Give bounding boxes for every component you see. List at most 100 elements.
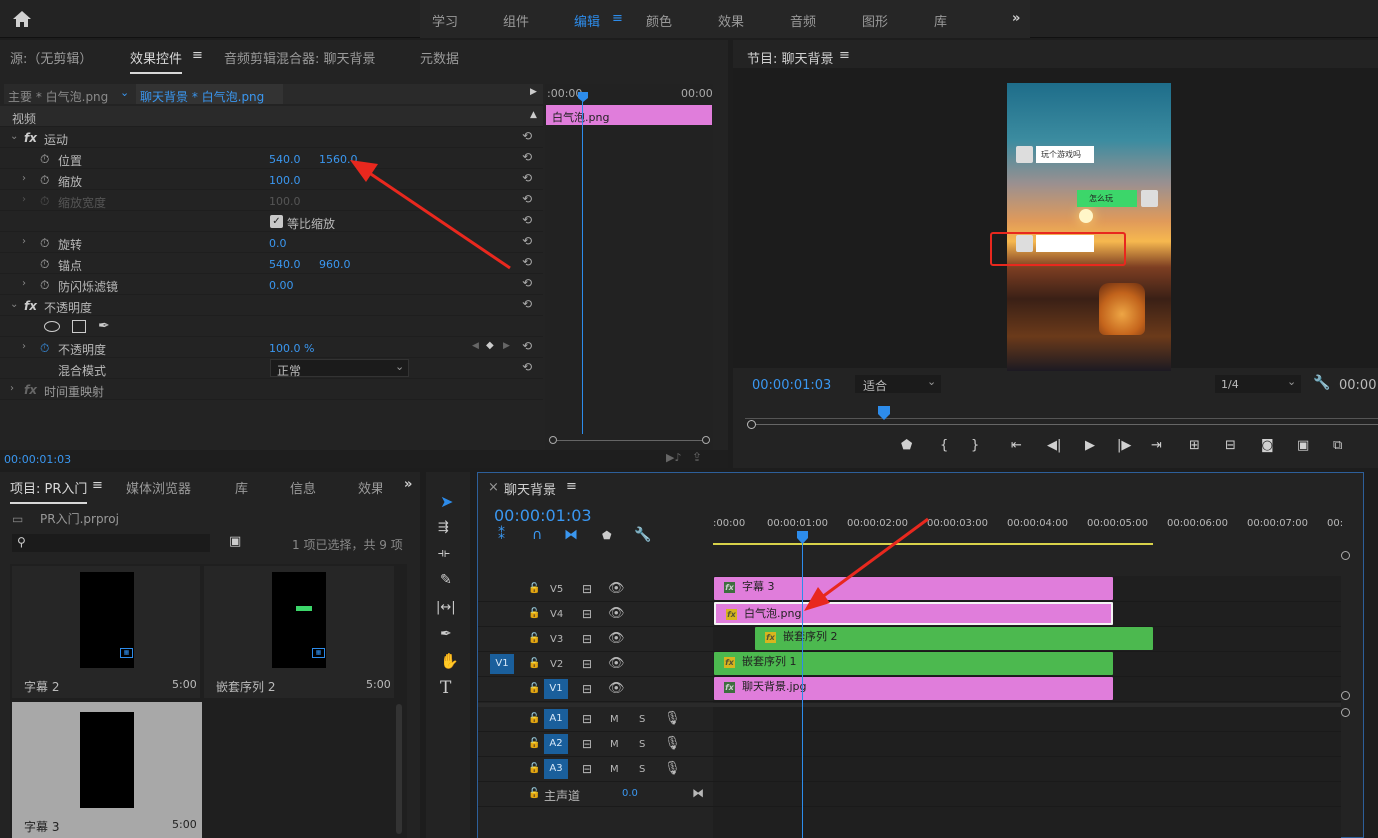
tab-libraries[interactable]: 库 bbox=[235, 478, 248, 497]
workspace-editing[interactable]: 编辑 bbox=[574, 11, 600, 30]
vertical-zoom-handle[interactable] bbox=[1341, 691, 1350, 700]
fit-select[interactable]: 适合 ⌄ bbox=[855, 375, 941, 393]
sequence-clip-label[interactable]: 聊天背景 * 白气泡.png bbox=[140, 88, 264, 105]
nest-toggle-icon[interactable]: ⁑ bbox=[498, 527, 505, 543]
solo-button[interactable]: S bbox=[639, 739, 645, 750]
linked-selection-icon[interactable]: ⧓ bbox=[564, 527, 578, 543]
eye-icon[interactable]: 👁 bbox=[608, 681, 625, 696]
eye-icon[interactable]: 👁 bbox=[608, 656, 625, 671]
tab-metadata[interactable]: 元数据 bbox=[420, 48, 459, 67]
panel-menu-icon[interactable]: ≡ bbox=[92, 478, 103, 493]
microphone-icon[interactable]: 🎙 bbox=[664, 711, 681, 726]
find-bin-icon[interactable]: ▣ bbox=[229, 534, 241, 549]
reset-icon[interactable]: ⟲ bbox=[522, 276, 532, 290]
mini-playhead-icon[interactable] bbox=[578, 92, 588, 102]
sync-lock-icon[interactable]: ⊟ bbox=[582, 657, 592, 671]
eye-icon[interactable]: 👁 bbox=[608, 606, 625, 621]
step-forward-icon[interactable]: |▶ bbox=[1117, 438, 1131, 453]
fx-icon[interactable]: fx bbox=[24, 131, 37, 145]
chevron-down-icon[interactable]: ⌄ bbox=[120, 86, 129, 99]
lock-icon[interactable]: 🔓 bbox=[528, 608, 540, 619]
sync-lock-icon[interactable]: ⊟ bbox=[582, 607, 592, 621]
master-clip-label[interactable]: 主要 * 白气泡.png bbox=[8, 88, 108, 105]
reset-icon[interactable]: ⟲ bbox=[522, 171, 532, 185]
wrench-icon[interactable]: 🔧 bbox=[1313, 375, 1330, 391]
program-ruler[interactable] bbox=[745, 406, 1378, 420]
expand-chevron-icon[interactable]: › bbox=[22, 173, 26, 184]
blend-mode-select[interactable]: 正常 ⌄ bbox=[270, 359, 409, 378]
timeline-timecode[interactable]: 00:00:01:03 bbox=[494, 506, 592, 525]
scale-value[interactable]: 100.0 bbox=[269, 174, 301, 187]
eye-icon[interactable]: 👁 bbox=[608, 581, 625, 596]
sync-lock-icon[interactable]: ⊟ bbox=[582, 582, 592, 596]
program-monitor-title[interactable]: 节目: 聊天背景 bbox=[747, 48, 834, 67]
tab-project[interactable]: 项目: PR入门 bbox=[10, 478, 88, 504]
play-triangle-icon[interactable]: ▶ bbox=[530, 87, 537, 97]
play-audio-icon[interactable]: ▶♪ bbox=[666, 451, 681, 464]
stopwatch-icon[interactable]: ⏱ bbox=[40, 152, 49, 167]
mini-timeline-clip[interactable]: 白气泡.png bbox=[546, 105, 712, 125]
mute-button[interactable]: M bbox=[610, 714, 619, 725]
selection-tool-icon[interactable]: ➤ bbox=[440, 492, 453, 511]
lock-icon[interactable]: 🔓 bbox=[528, 658, 540, 669]
play-icon[interactable]: ▶ bbox=[1085, 438, 1095, 453]
home-icon[interactable] bbox=[12, 10, 32, 28]
timeline-title[interactable]: 聊天背景 bbox=[504, 479, 556, 498]
antiflicker-value[interactable]: 0.00 bbox=[269, 279, 294, 292]
project-item[interactable]: ▦ 嵌套序列 2 5:00 bbox=[204, 566, 394, 698]
project-item[interactable]: ▦ 字幕 2 5:00 bbox=[12, 566, 200, 698]
lock-icon[interactable]: 🔓 bbox=[528, 683, 540, 694]
expand-chevron-icon[interactable]: ⌄ bbox=[10, 131, 18, 142]
eye-icon[interactable]: 👁 bbox=[608, 631, 625, 646]
toggle-proxies-icon[interactable]: ⧉ bbox=[1333, 438, 1342, 453]
track-label[interactable]: V4 bbox=[550, 609, 563, 620]
mini-zoom-bar[interactable] bbox=[545, 436, 713, 448]
mark-in-icon[interactable]: { bbox=[940, 438, 948, 453]
track-label[interactable]: V3 bbox=[550, 634, 563, 645]
close-icon[interactable]: × bbox=[488, 480, 499, 495]
track-label[interactable]: V2 bbox=[550, 659, 563, 670]
vertical-zoom-handle[interactable] bbox=[1341, 551, 1350, 560]
expand-chevron-icon[interactable]: › bbox=[22, 278, 26, 289]
insert-icon[interactable]: ⊞ bbox=[1189, 438, 1200, 453]
workspace-assembly[interactable]: 组件 bbox=[503, 11, 529, 30]
project-item-selected[interactable]: 字幕 3 5:00 bbox=[12, 702, 202, 838]
fx-icon[interactable]: fx bbox=[24, 383, 37, 397]
tab-source[interactable]: 源:（无剪辑） bbox=[10, 48, 92, 67]
overwrite-icon[interactable]: ⊟ bbox=[1225, 438, 1236, 453]
reset-icon[interactable]: ⟲ bbox=[522, 255, 532, 269]
step-back-icon[interactable]: ◀| bbox=[1047, 438, 1061, 453]
reset-icon[interactable]: ⟲ bbox=[522, 360, 532, 374]
position-x-value[interactable]: 540.0 bbox=[269, 153, 301, 166]
wrench-icon[interactable]: 🔧 bbox=[634, 527, 651, 543]
pen-mask-icon[interactable]: ✒ bbox=[98, 318, 110, 334]
video-preview[interactable]: 玩个游戏吗 怎么玩 bbox=[1007, 83, 1171, 371]
source-patch-v1[interactable]: V1 bbox=[490, 654, 514, 674]
tab-audio-mixer[interactable]: 音频剪辑混合器: 聊天背景 bbox=[224, 48, 376, 67]
mute-button[interactable]: M bbox=[610, 764, 619, 775]
reset-icon[interactable]: ⟲ bbox=[522, 192, 532, 206]
reset-icon[interactable]: ⟲ bbox=[522, 297, 532, 311]
track-label[interactable]: V1 bbox=[544, 679, 568, 699]
ripple-edit-tool-icon[interactable]: ⟛ bbox=[438, 546, 450, 561]
reset-icon[interactable]: ⟲ bbox=[522, 150, 532, 164]
mark-out-icon[interactable]: } bbox=[971, 438, 979, 453]
keyframe-prev-icon[interactable]: ◀ bbox=[472, 341, 479, 351]
microphone-icon[interactable]: 🎙 bbox=[664, 761, 681, 776]
lock-icon[interactable]: 🔓 bbox=[528, 763, 540, 774]
program-zoom-bar[interactable] bbox=[747, 420, 1378, 430]
lock-icon[interactable]: 🔓 bbox=[528, 633, 540, 644]
lock-icon[interactable]: 🔓 bbox=[528, 583, 540, 594]
export-frame-icon[interactable]: ◙ bbox=[1261, 438, 1274, 453]
stopwatch-icon[interactable]: ⏱ bbox=[40, 173, 49, 188]
track-label[interactable]: V5 bbox=[550, 584, 563, 595]
go-to-out-icon[interactable]: ⇥ bbox=[1151, 438, 1162, 453]
reset-icon[interactable]: ⟲ bbox=[522, 213, 532, 227]
clip-nested-sequence-1[interactable]: fx 嵌套序列 1 bbox=[714, 652, 1113, 675]
panel-menu-icon[interactable]: ≡ bbox=[839, 48, 850, 63]
reset-icon[interactable]: ⟲ bbox=[522, 339, 532, 353]
type-tool-icon[interactable]: T bbox=[440, 678, 451, 698]
sync-lock-icon[interactable]: ⊟ bbox=[582, 737, 592, 751]
reset-icon[interactable]: ⟲ bbox=[522, 129, 532, 143]
lock-icon[interactable]: 🔓 bbox=[528, 788, 540, 799]
